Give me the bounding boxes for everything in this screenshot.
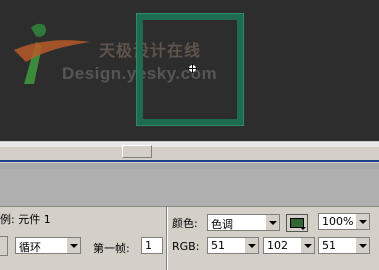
tint-percent-input[interactable]: 100% [318,213,356,230]
red-value: 51 [211,239,225,252]
green-value: 102 [267,239,288,252]
tint-percent-value: 100% [322,215,354,228]
panel-header-bar [0,169,379,207]
chevron-down-icon[interactable] [355,238,369,253]
first-frame-value: 1 [145,239,152,252]
loop-select[interactable]: 循环 [15,237,81,254]
panel-divider [0,160,379,162]
chevron-down-icon[interactable] [355,214,369,229]
tint-percent-dropdown[interactable] [355,213,370,230]
chevron-down-icon[interactable] [66,238,80,253]
rgb-label: RGB: [172,240,200,253]
green-dropdown[interactable] [300,237,315,254]
dropdown-triangle-icon [300,227,306,230]
color-mode-value: 色调 [211,218,233,231]
horizontal-scrollbar[interactable] [0,147,379,161]
vertical-separator [166,207,168,270]
swap-symbol-button[interactable] [0,236,8,256]
tint-color-swatch[interactable] [286,214,308,232]
color-mode-select[interactable]: 色调 [207,214,280,231]
scrollbar-thumb[interactable] [122,145,152,158]
blue-value: 51 [322,239,336,252]
chevron-down-icon[interactable] [300,238,314,253]
chevron-down-icon[interactable] [265,215,279,230]
green-input[interactable]: 102 [263,237,301,254]
chevron-down-icon[interactable] [244,238,258,253]
first-frame-input[interactable]: 1 [141,237,163,254]
loop-select-value: 循环 [19,241,41,254]
stage-canvas[interactable]: 天极设计在线 Design.yesky.com [0,0,379,141]
blue-input[interactable]: 51 [318,237,356,254]
color-label: 颜色: [172,217,198,230]
red-dropdown[interactable] [244,237,259,254]
red-input[interactable]: 51 [207,237,245,254]
instance-label: 例: 元件 1 [0,213,51,226]
blue-dropdown[interactable] [355,237,370,254]
first-frame-label: 第一帧: [93,242,130,255]
crosshair-icon [188,64,197,73]
